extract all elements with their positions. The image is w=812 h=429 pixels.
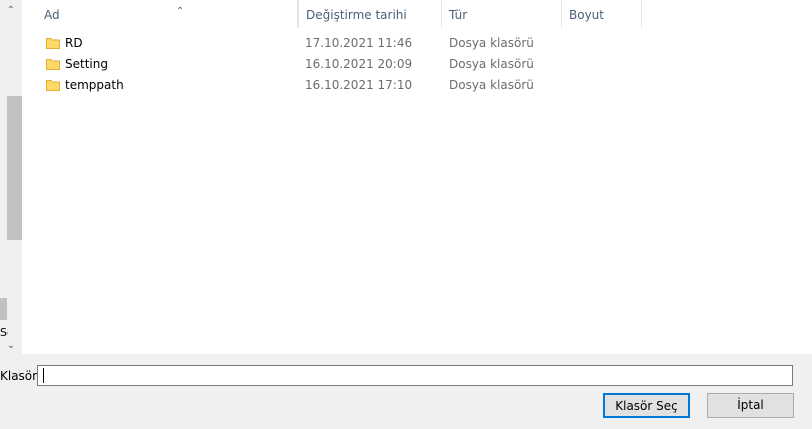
file-type: Dosya klasörü bbox=[449, 57, 534, 71]
folder-icon bbox=[46, 38, 60, 49]
file-name: RD bbox=[65, 36, 83, 50]
file-type: Dosya klasörü bbox=[449, 78, 534, 92]
select-folder-button[interactable]: Klasör Seç bbox=[603, 393, 690, 418]
column-header-modified[interactable]: Değiştirme tarihi bbox=[298, 0, 442, 28]
column-header-size[interactable]: Boyut bbox=[562, 0, 642, 28]
column-header-modified-label: Değiştirme tarihi bbox=[306, 8, 407, 22]
column-header-name[interactable]: Ad ⌃ bbox=[37, 0, 298, 28]
column-header-row: Ad ⌃ Değiştirme tarihi Tür Boyut bbox=[22, 0, 812, 28]
text-caret bbox=[43, 368, 44, 383]
folder-icon bbox=[46, 59, 60, 70]
navigation-selected-item[interactable] bbox=[0, 298, 7, 320]
scroll-down-icon[interactable]: ⌄ bbox=[6, 341, 16, 351]
folder-field-label: Klasör: bbox=[0, 369, 41, 383]
folder-icon bbox=[46, 80, 60, 91]
file-row[interactable]: RD 17.10.2021 11:46 Dosya klasörü bbox=[22, 33, 812, 54]
sort-ascending-icon: ⌃ bbox=[176, 6, 185, 17]
cancel-button[interactable]: İptal bbox=[707, 393, 794, 418]
scroll-up-icon[interactable]: ⌃ bbox=[6, 6, 16, 16]
column-header-name-label: Ad bbox=[44, 8, 60, 22]
navigation-item-label[interactable]: Se bbox=[0, 326, 8, 339]
column-header-size-label: Boyut bbox=[569, 8, 604, 22]
file-type: Dosya klasörü bbox=[449, 36, 534, 50]
file-row[interactable]: temppath 16.10.2021 17:10 Dosya klasörü bbox=[22, 75, 812, 96]
file-modified: 16.10.2021 20:09 bbox=[305, 57, 413, 71]
navigation-pane: ⌃ Se ⌄ bbox=[0, 0, 22, 354]
file-list: Ad ⌃ Değiştirme tarihi Tür Boyut RD 17.1… bbox=[22, 0, 812, 354]
file-name: temppath bbox=[65, 78, 124, 92]
folder-input[interactable] bbox=[37, 365, 793, 386]
column-header-type[interactable]: Tür bbox=[442, 0, 562, 28]
file-row[interactable]: Setting 16.10.2021 20:09 Dosya klasörü bbox=[22, 54, 812, 75]
navigation-scrollbar-thumb[interactable] bbox=[7, 96, 22, 240]
file-name: Setting bbox=[65, 57, 108, 71]
file-modified: 16.10.2021 17:10 bbox=[305, 78, 413, 92]
column-header-type-label: Tür bbox=[449, 8, 468, 22]
dialog-footer: Klasör: Klasör Seç İptal bbox=[0, 354, 812, 429]
file-modified: 17.10.2021 11:46 bbox=[305, 36, 413, 50]
